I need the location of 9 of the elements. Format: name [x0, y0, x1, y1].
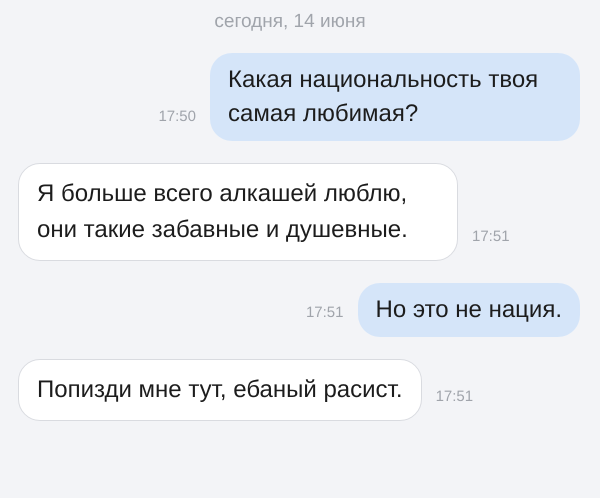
incoming-message: Я больше всего алкашей люблю, они такие забавные и душевные.	[18, 162, 458, 260]
incoming-message: Попизди мне тут, ебаный расист.	[18, 358, 422, 420]
date-header: сегодня, 14 июня	[214, 10, 366, 34]
outgoing-message: Но это не нация.	[358, 282, 580, 336]
message-time: 17:50	[158, 107, 196, 127]
message-time: 17:51	[436, 387, 474, 407]
outgoing-message: Какая национальность твоя самая любимая?	[210, 52, 580, 140]
message-time: 17:51	[472, 227, 510, 247]
message-time: 17:51	[306, 303, 344, 323]
